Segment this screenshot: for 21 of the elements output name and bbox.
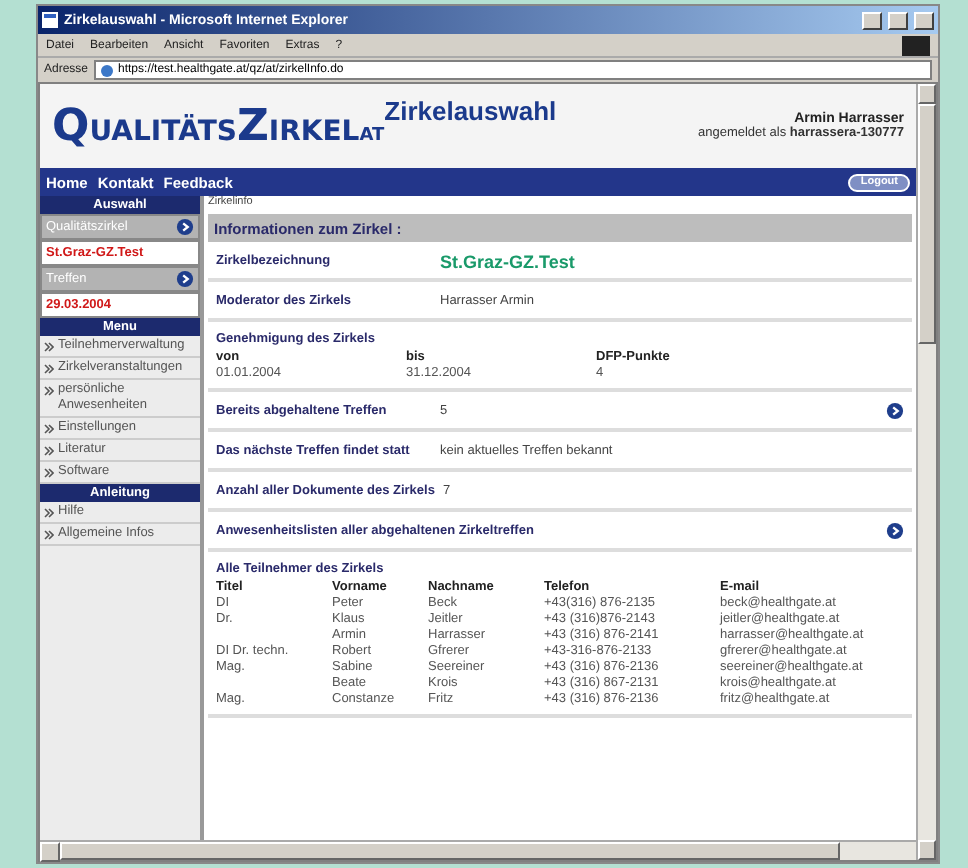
bullet-icon [44, 364, 54, 374]
row-value: St.Graz-GZ.Test [440, 251, 577, 271]
arrow-ball-icon[interactable] [886, 522, 904, 540]
close-button[interactable] [914, 11, 934, 29]
minimize-button[interactable] [862, 11, 882, 29]
arrow-ball-icon[interactable] [886, 402, 904, 420]
globe-icon [100, 63, 115, 77]
arrow-ball-icon[interactable] [176, 270, 194, 288]
page-icon [42, 12, 58, 28]
bullet-icon [44, 508, 54, 518]
logo-icon [902, 35, 930, 55]
bullet-icon [44, 530, 54, 540]
bullet-icon [44, 386, 54, 396]
maximize-button[interactable] [888, 11, 908, 29]
bullet-icon [44, 468, 54, 478]
site-logo: QUALITÄTSZIRKELAT [52, 101, 385, 151]
bullet-icon [44, 424, 54, 434]
arrow-ball-icon[interactable] [176, 218, 194, 236]
bullet-icon [44, 342, 54, 352]
bullet-icon [44, 446, 54, 456]
page-title: Zirkelauswahl [384, 96, 559, 126]
